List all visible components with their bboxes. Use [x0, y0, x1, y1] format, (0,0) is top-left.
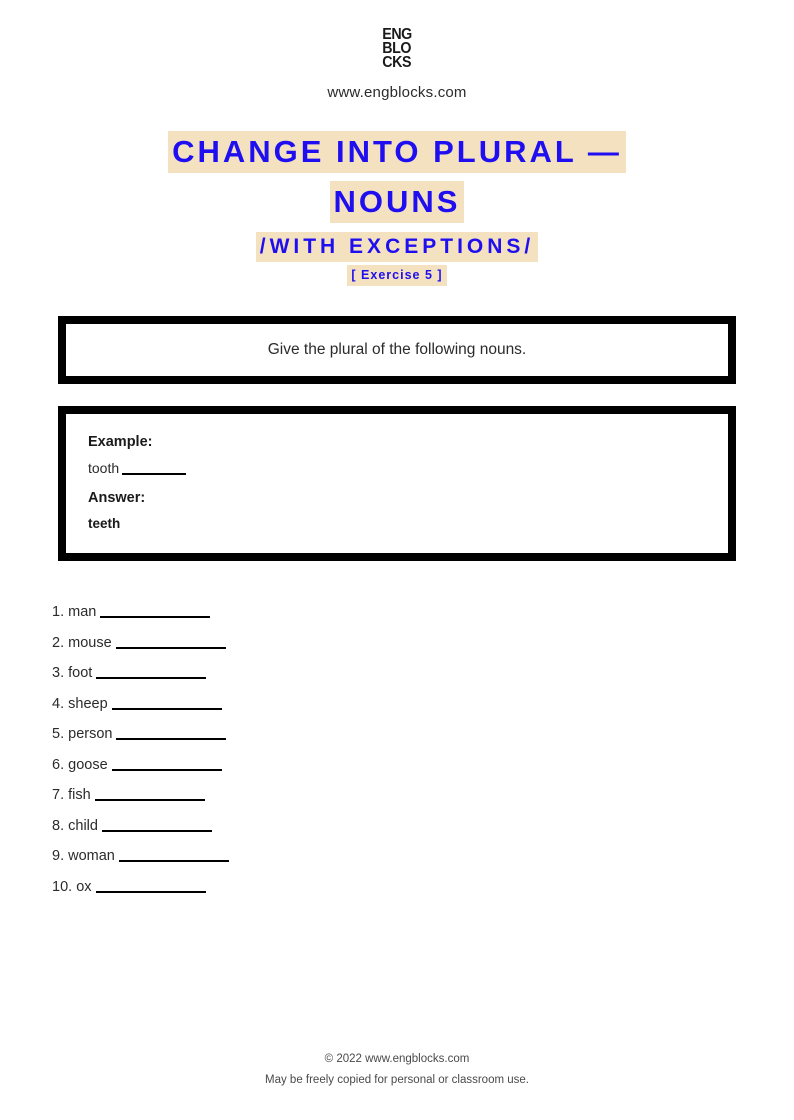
- question-word-2: mouse: [68, 634, 112, 651]
- title-line-1: CHANGE INTO PLURAL —: [168, 131, 626, 173]
- question-blank-9[interactable]: [118, 860, 229, 863]
- question-blank-6[interactable]: [111, 768, 222, 771]
- question-list: 1. man 2. mouse 3. foot 4. sheep 5. pers…: [52, 605, 794, 894]
- page-title: CHANGE INTO PLURAL — NOUNS: [60, 127, 734, 227]
- engblocks-logo: ENG BLO CKS: [382, 27, 412, 71]
- question-blank-7[interactable]: [94, 799, 205, 802]
- question-item-2: 2. mouse: [52, 636, 794, 651]
- question-blank-2[interactable]: [115, 646, 226, 649]
- question-item-5: 5. person: [52, 727, 794, 742]
- question-number-7: 7.: [52, 787, 65, 804]
- question-word-5: person: [68, 726, 113, 743]
- example-label: Example:: [88, 434, 153, 451]
- instruction-text: Give the plural of the following nouns.: [267, 341, 527, 359]
- question-number-1: 1.: [52, 604, 65, 621]
- question-word-3: foot: [68, 665, 93, 682]
- question-word-1: man: [68, 604, 97, 621]
- question-blank-10[interactable]: [95, 890, 206, 893]
- question-number-5: 5.: [52, 726, 65, 743]
- footer-copyright: © 2022 www.engblocks.com: [324, 1053, 470, 1065]
- example-answer-word: teeth: [88, 516, 121, 532]
- title-line-2: NOUNS: [329, 181, 465, 224]
- instruction-box: Give the plural of the following nouns.: [58, 316, 736, 385]
- example-answer-blank[interactable]: [122, 473, 187, 476]
- question-blank-4[interactable]: [111, 707, 222, 710]
- question-blank-5[interactable]: [116, 738, 227, 741]
- question-number-4: 4.: [52, 695, 65, 712]
- page-header: ENG BLO CKS www.engblocks.com: [0, 0, 794, 101]
- question-number-8: 8.: [52, 817, 65, 834]
- question-item-3: 3. foot: [52, 666, 794, 681]
- example-prompt-word: tooth: [88, 460, 120, 477]
- example-prompt: tooth: [88, 460, 706, 476]
- question-word-9: woman: [68, 848, 115, 865]
- question-item-1: 1. man: [52, 605, 794, 620]
- question-blank-1[interactable]: [100, 616, 211, 619]
- exercise-text: [ Exercise 5 ]: [347, 265, 447, 287]
- question-number-6: 6.: [52, 756, 65, 773]
- question-word-6: goose: [68, 756, 108, 773]
- question-item-4: 4. sheep: [52, 697, 794, 712]
- question-number-3: 3.: [52, 665, 65, 682]
- question-word-8: child: [68, 817, 98, 834]
- answer-label: Answer:: [88, 490, 146, 507]
- title-block: CHANGE INTO PLURAL — NOUNS /WITH EXCEPTI…: [0, 127, 794, 287]
- question-item-6: 6. goose: [52, 758, 794, 773]
- question-item-9: 9. woman: [52, 849, 794, 864]
- question-item-8: 8. child: [52, 819, 794, 834]
- subtitle-text: /WITH EXCEPTIONS/: [255, 232, 539, 263]
- exercise-number: [ Exercise 5 ]: [60, 265, 734, 287]
- question-item-10: 10. ox: [52, 880, 794, 895]
- logo-line-3: CKS: [382, 54, 411, 71]
- question-number-9: 9.: [52, 848, 65, 865]
- page-footer: © 2022 www.engblocks.com May be freely c…: [0, 1053, 794, 1086]
- question-number-10: 10.: [52, 878, 73, 895]
- footer-note: May be freely copied for personal or cla…: [265, 1074, 529, 1086]
- worksheet-page: ENG BLO CKS www.engblocks.com CHANGE INT…: [0, 0, 794, 1120]
- page-subtitle: /WITH EXCEPTIONS/: [60, 232, 734, 263]
- question-word-10: ox: [76, 878, 92, 895]
- question-blank-3[interactable]: [96, 677, 207, 680]
- question-word-7: fish: [68, 787, 91, 804]
- question-blank-8[interactable]: [101, 829, 212, 832]
- question-word-4: sheep: [68, 695, 108, 712]
- question-item-7: 7. fish: [52, 788, 794, 803]
- site-url: www.engblocks.com: [327, 84, 467, 101]
- example-box: Example: tooth Answer: teeth: [58, 406, 736, 562]
- question-number-2: 2.: [52, 634, 65, 651]
